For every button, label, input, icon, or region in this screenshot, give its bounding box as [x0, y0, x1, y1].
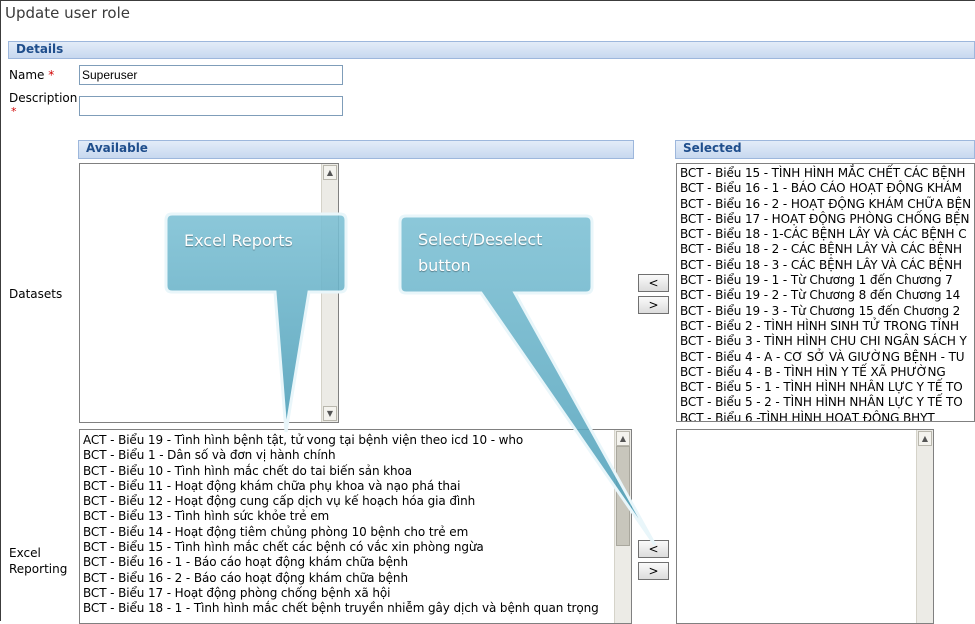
excel-reports-callout-text: Excel Reports [184, 231, 293, 250]
select-deselect-callout-text: Select/Deselect button [418, 230, 543, 275]
callout-overlay [164, 212, 657, 546]
